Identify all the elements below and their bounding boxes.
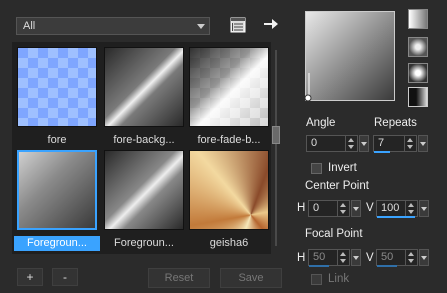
thumbnail-scrollbar[interactable] [271, 42, 281, 254]
gradient-thumbnail-fore-background[interactable] [104, 47, 184, 127]
thumbnail-label: Foregroun... [14, 236, 100, 251]
thumbnail-label: fore-fade-b... [197, 134, 261, 146]
chevron-down-icon [197, 24, 205, 29]
rectangular-style-button[interactable] [408, 37, 428, 57]
repeats-dropdown[interactable] [418, 135, 428, 152]
angle-value: 0 [311, 137, 318, 149]
center-v-value: 100 [381, 202, 400, 214]
arrow-right-icon[interactable] [262, 15, 280, 33]
gradient-thumbnail-foreground-2[interactable] [104, 150, 184, 230]
spin-arrows-icon[interactable] [337, 201, 349, 216]
linear-style-button[interactable] [408, 9, 428, 29]
gradient-preview[interactable] [305, 11, 395, 101]
center-v-label: V [366, 202, 374, 214]
save-button[interactable]: Save [220, 268, 282, 288]
center-marker [305, 73, 312, 101]
spin-arrows-icon[interactable] [404, 136, 416, 151]
invert-checkbox[interactable] [311, 163, 322, 174]
spin-arrows-icon[interactable] [405, 201, 417, 216]
center-h-field[interactable]: 0 [308, 200, 350, 217]
category-dropdown-value: All [23, 20, 36, 32]
sunburst-style-button[interactable] [408, 87, 428, 107]
focal-h-label: H [297, 252, 306, 264]
center-v-dropdown[interactable] [419, 200, 429, 217]
gradient-thumbnail-geisha6[interactable] [189, 150, 269, 230]
center-v-field[interactable]: 100 [376, 200, 418, 217]
center-h-value: 0 [313, 202, 320, 214]
spin-arrows-icon[interactable] [337, 250, 349, 265]
center-point-label: Center Point [305, 180, 369, 192]
gradient-thumbnail-fore[interactable] [17, 47, 97, 127]
link-checkbox[interactable] [311, 274, 322, 285]
focal-h-dropdown[interactable] [351, 249, 361, 266]
focal-v-dropdown[interactable] [419, 249, 429, 266]
focal-v-field[interactable]: 50 [376, 249, 418, 266]
category-dropdown[interactable]: All [16, 17, 210, 35]
spin-arrows-icon[interactable] [405, 250, 417, 265]
focal-v-slider-fill[interactable] [377, 265, 397, 267]
radial-style-button[interactable] [408, 63, 428, 83]
repeats-value: 7 [378, 137, 385, 149]
focal-h-field[interactable]: 50 [308, 249, 350, 266]
focal-v-label: V [366, 252, 374, 264]
thumbnail-label: Foregroun... [114, 237, 174, 249]
spin-arrows-icon[interactable] [345, 136, 357, 151]
scrollbar-thumb[interactable] [272, 126, 280, 144]
center-h-dropdown[interactable] [351, 200, 361, 217]
center-v-slider-fill[interactable] [377, 216, 415, 218]
thumbnail-label: geisha6 [209, 237, 249, 249]
focal-h-value: 50 [313, 251, 326, 263]
repeats-field[interactable]: 7 [373, 135, 417, 152]
focal-point-label: Focal Point [305, 228, 363, 240]
reset-button[interactable]: Reset [148, 268, 210, 288]
repeats-label: Repeats [374, 117, 417, 129]
list-icon[interactable] [229, 16, 247, 34]
gradient-thumbnail-fore-fade-background[interactable] [189, 47, 269, 127]
invert-label: Invert [328, 162, 357, 174]
gradient-thumbnail-foreground-selected[interactable] [17, 150, 97, 230]
add-button[interactable]: + [17, 268, 43, 286]
focal-h-slider-fill[interactable] [309, 265, 329, 267]
center-h-label: H [297, 202, 306, 214]
focal-v-value: 50 [381, 251, 394, 263]
scrollbar-track [275, 50, 277, 246]
angle-label: Angle [306, 117, 336, 129]
thumbnail-label: fore-backg... [113, 134, 175, 146]
link-label: Link [328, 273, 350, 285]
repeats-slider-fill[interactable] [374, 151, 390, 153]
angle-field[interactable]: 0 [306, 135, 358, 152]
thumbnail-label: fore [47, 134, 67, 146]
remove-button[interactable]: - [52, 268, 78, 286]
angle-dropdown[interactable] [359, 135, 369, 152]
